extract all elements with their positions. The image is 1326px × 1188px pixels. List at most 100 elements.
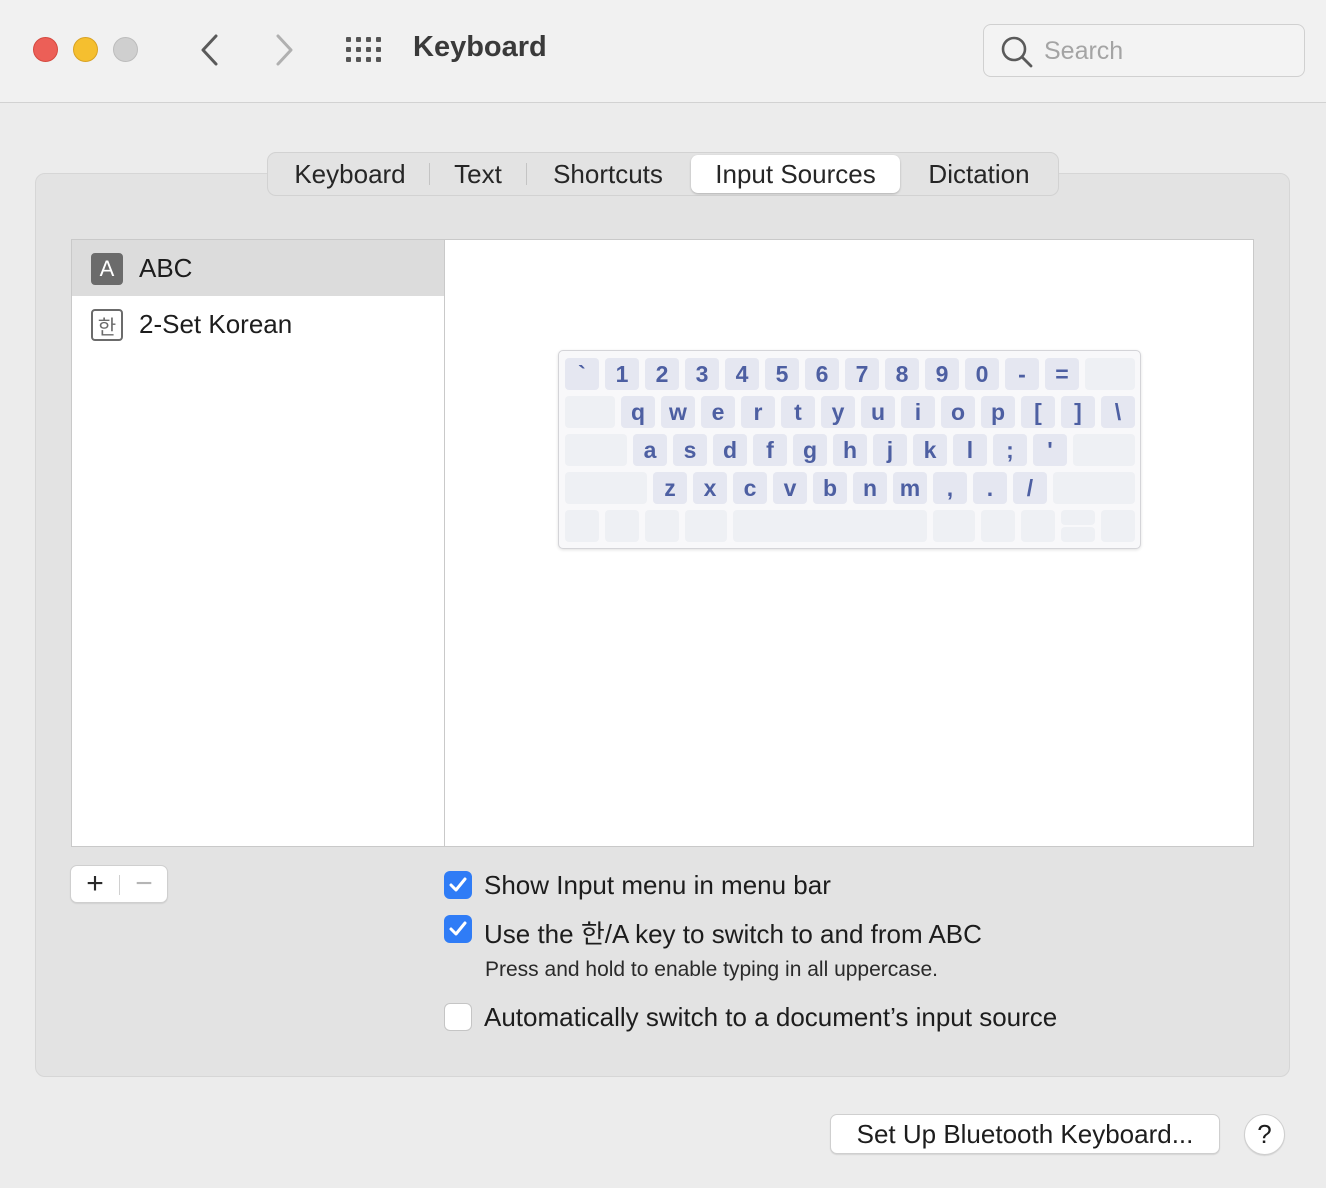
key: 1 [605,358,639,390]
title-bar: Keyboard [0,0,1326,103]
show-all-button[interactable] [345,36,383,64]
key: l [953,434,987,466]
tab-shortcuts[interactable]: Shortcuts [530,155,686,193]
remove-input-source-button[interactable]: − [121,866,167,902]
key: g [793,434,827,466]
key: 9 [925,358,959,390]
tab-input-sources[interactable]: Input Sources [691,155,900,193]
search-icon [1001,36,1033,68]
key: p [981,396,1015,428]
key: 4 [725,358,759,390]
right-arrow-key [1101,510,1135,542]
checkmark-icon [449,877,467,892]
key: 3 [685,358,719,390]
up-arrow-key [1061,510,1095,525]
key: o [941,396,975,428]
key: 6 [805,358,839,390]
key: c [733,472,767,504]
key: u [861,396,895,428]
han-key-hint: Press and hold to enable typing in all u… [485,958,938,981]
key: b [813,472,847,504]
key: = [1045,358,1079,390]
abc-input-icon: A [91,253,123,285]
source-item-abc[interactable]: A ABC [72,240,444,296]
key: [ [1021,396,1055,428]
right-shift-key [1053,472,1135,504]
button-separator [119,875,120,895]
help-button[interactable]: ? [1244,1114,1285,1155]
zoom-window-button[interactable] [113,37,138,62]
source-label: ABC [139,253,193,283]
key: / [1013,472,1047,504]
show-input-menu-checkbox[interactable] [444,871,472,899]
key: y [821,396,855,428]
korean-input-icon: 한 [91,309,123,341]
tab-separator [526,163,527,185]
key: t [781,396,815,428]
command-key [685,510,727,542]
show-input-menu-label: Show Input menu in menu bar [484,870,831,900]
input-source-list: A ABC 한 2-Set Korean [71,239,445,847]
key: j [873,434,907,466]
search-input[interactable] [1044,33,1294,69]
key: a [633,434,667,466]
add-remove-control: + − [70,865,168,903]
close-window-button[interactable] [33,37,58,62]
search-field[interactable] [983,24,1305,77]
left-arrow-key [1021,510,1055,542]
key: n [853,472,887,504]
key: , [933,472,967,504]
key: x [693,472,727,504]
key: ' [1033,434,1067,466]
key: q [621,396,655,428]
key: f [753,434,787,466]
auto-switch-label: Automatically switch to a document’s inp… [484,1002,1058,1032]
use-han-key-label: Use the 한/A key to switch to and from AB… [484,919,982,949]
key: w [661,396,695,428]
key: i [901,396,935,428]
checkmark-icon [449,921,467,936]
key: ; [993,434,1027,466]
key: \ [1101,396,1135,428]
key: m [893,472,927,504]
key: 2 [645,358,679,390]
down-arrow-key [1061,527,1095,542]
key: - [1005,358,1039,390]
left-shift-key [565,472,647,504]
chevron-left-icon [201,34,218,66]
source-label: 2-Set Korean [139,309,293,339]
key: ` [565,358,599,390]
key: 0 [965,358,999,390]
set-up-bluetooth-keyboard-button[interactable]: Set Up Bluetooth Keyboard... [830,1114,1220,1154]
key: 5 [765,358,799,390]
forward-button[interactable] [266,30,302,70]
key: 8 [885,358,919,390]
key: z [653,472,687,504]
chevron-right-icon [276,34,293,66]
tab-dictation[interactable]: Dictation [905,155,1053,193]
tab-separator [429,163,430,185]
tab-text[interactable]: Text [432,155,524,193]
tab-bar: Keyboard Text Shortcuts Input Sources Di… [267,152,1059,196]
delete-key [1085,358,1135,390]
fn-key [565,510,599,542]
auto-switch-checkbox[interactable] [444,1003,472,1031]
key: 7 [845,358,879,390]
key: e [701,396,735,428]
tab-key [565,396,615,428]
key: h [833,434,867,466]
back-button[interactable] [192,30,228,70]
minimize-window-button[interactable] [73,37,98,62]
space-key [733,510,927,542]
add-input-source-button[interactable]: + [71,866,119,902]
key: r [741,396,775,428]
keyboard-layout-preview: ` 1 2 3 4 5 6 7 8 9 0 - = q w e r t y u … [558,350,1141,549]
key: ] [1061,396,1095,428]
key: d [713,434,747,466]
key: v [773,472,807,504]
tab-keyboard[interactable]: Keyboard [274,155,426,193]
return-key [1073,434,1135,466]
source-item-2-set-korean[interactable]: 한 2-Set Korean [72,296,444,352]
use-han-key-checkbox[interactable] [444,915,472,943]
control-key [605,510,639,542]
